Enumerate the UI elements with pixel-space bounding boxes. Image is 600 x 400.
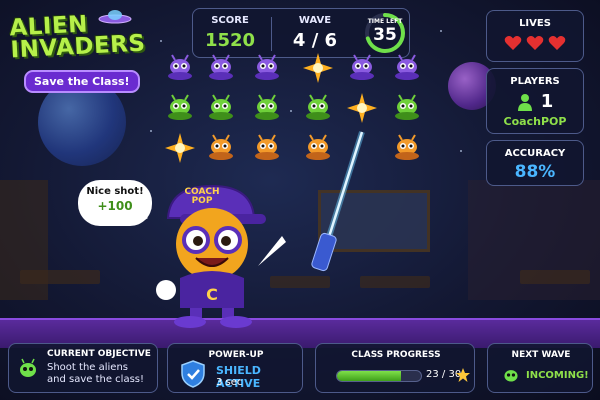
green-alien-icon[interactable] [393, 94, 421, 122]
alien-icon [504, 370, 518, 382]
green-alien-icon[interactable] [166, 94, 194, 122]
next-wave-status: INCOMING! [526, 370, 589, 381]
purple-alien-icon[interactable] [253, 54, 281, 82]
players-panel: PLAYERS 1 CoachPOP [486, 68, 584, 134]
powerup-panel: POWER-UP SHIELD ACTIVE 3 sec [167, 343, 303, 393]
score-display: SCORE 1520 [193, 9, 267, 59]
purple-alien-icon[interactable] [348, 54, 376, 82]
star-icon [456, 368, 470, 382]
alien-icon [20, 358, 36, 377]
wave-display: WAVE 4 / 6 [273, 9, 357, 59]
hearts-row [487, 35, 583, 51]
score-label: SCORE [211, 15, 249, 26]
desk [20, 270, 100, 284]
accuracy-panel: ACCURACY 88% [486, 140, 584, 186]
wave-label: WAVE [298, 15, 332, 26]
desk [360, 276, 430, 288]
laser-pointer-icon [311, 131, 365, 272]
purple-alien-icon[interactable] [207, 54, 235, 82]
lives-label: LIVES [519, 18, 551, 29]
class-progress-panel: CLASS PROGRESS 23 / 30 [315, 343, 475, 393]
score-value: 1520 [204, 30, 256, 51]
explosion-icon [165, 133, 195, 163]
player-name: CoachPOP [503, 115, 567, 128]
timer-label: TIME LEFT [367, 18, 403, 25]
desk [520, 270, 590, 284]
speech-line2: +100 [97, 199, 133, 213]
objective-panel: CURRENT OBJECTIVE Shoot the aliens and s… [8, 343, 158, 393]
lives-panel: LIVES [486, 10, 584, 62]
purple-alien-icon[interactable] [166, 54, 194, 82]
heart-icon [526, 36, 544, 50]
divider [271, 17, 272, 51]
next-wave-label: NEXT WAVE [511, 350, 571, 360]
heart-icon [548, 36, 566, 50]
orange-alien-icon[interactable] [207, 134, 235, 162]
hud-panel: SCORE 1520 WAVE 4 / 6 TIME LEFT 35 [192, 8, 410, 58]
game-logo: ALIEN INVADERS Save the Class! [6, 8, 146, 94]
cap-text-line2: POP [191, 196, 213, 206]
star [290, 110, 292, 112]
accuracy-value: 88% [514, 162, 556, 182]
timer: TIME LEFT 35 [363, 11, 407, 55]
svg-text:C: C [206, 285, 218, 304]
green-alien-icon[interactable] [207, 94, 235, 122]
logo-subtitle: Save the Class! [24, 70, 140, 93]
players-count: 1 [540, 91, 554, 112]
person-icon [517, 93, 532, 111]
powerup-label: POWER-UP [208, 350, 264, 360]
progress-bar [336, 370, 422, 382]
heart-icon [504, 36, 522, 50]
objective-text: Shoot the aliens and save the class! [47, 362, 144, 386]
star [460, 150, 462, 152]
progress-label: CLASS PROGRESS [351, 350, 441, 360]
star [150, 130, 152, 132]
star [160, 40, 162, 42]
logo-title-line2: INVADERS [9, 30, 147, 64]
orange-alien-icon[interactable] [393, 134, 421, 162]
green-alien-icon[interactable] [304, 94, 332, 122]
logo-title: ALIEN INVADERS [9, 10, 147, 64]
objective-line2: and save the class! [47, 374, 145, 385]
wave-value: 4 / 6 [292, 30, 338, 51]
powerup-time: 3 sec [216, 377, 243, 388]
shield-icon [181, 360, 205, 388]
accuracy-label: ACCURACY [504, 148, 566, 159]
progress-bar-fill [337, 371, 402, 381]
timer-value: 35 [373, 25, 397, 45]
next-wave-panel: NEXT WAVE INCOMING! [487, 343, 593, 393]
speech-bubble-tail [138, 212, 148, 224]
speech-line1: Nice shot! [86, 186, 144, 197]
explosion-icon [347, 93, 377, 123]
orange-alien-icon[interactable] [253, 134, 281, 162]
explosion-icon [303, 53, 333, 83]
purple-alien-icon[interactable] [393, 54, 421, 82]
cap-logo: COACH POP [182, 188, 222, 206]
objective-line1: Shoot the aliens [47, 362, 128, 373]
star [440, 30, 442, 32]
objective-label: CURRENT OBJECTIVE [47, 349, 151, 359]
green-alien-icon[interactable] [253, 94, 281, 122]
players-label: PLAYERS [510, 76, 560, 87]
